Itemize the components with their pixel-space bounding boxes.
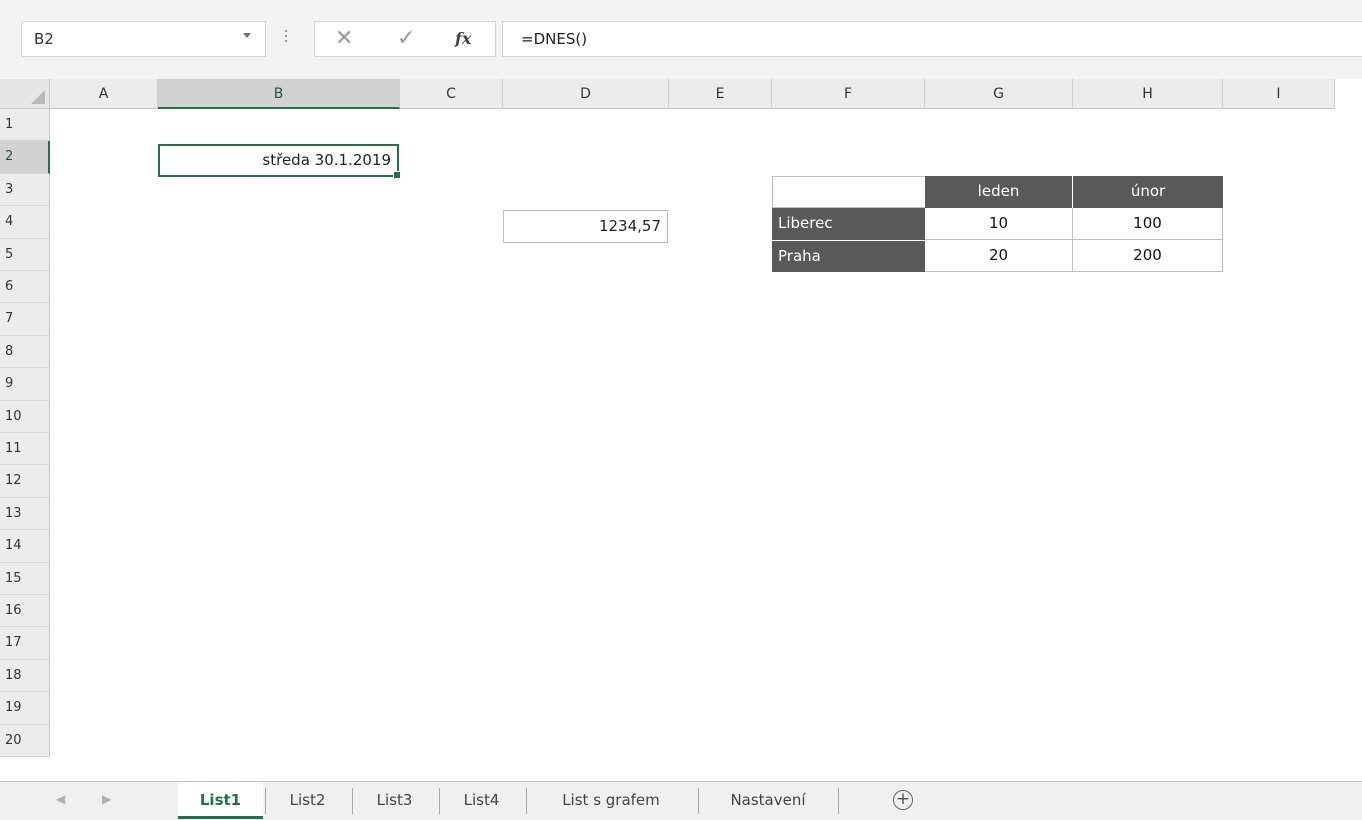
- sheet-tab-5[interactable]: List s grafem: [526, 782, 696, 819]
- row-header-13[interactable]: 13: [0, 497, 50, 531]
- row-header-1[interactable]: 1: [0, 109, 50, 142]
- row-header-18[interactable]: 18: [0, 659, 50, 693]
- table-header-2[interactable]: leden: [925, 176, 1073, 208]
- tab-separator: [526, 788, 527, 814]
- cell-d4-value: 1234,57: [598, 217, 661, 235]
- column-header-g[interactable]: G: [925, 79, 1073, 109]
- chevron-down-icon[interactable]: [243, 33, 251, 38]
- column-header-f[interactable]: F: [772, 79, 925, 109]
- column-header-e[interactable]: E: [669, 79, 772, 109]
- row-header-9[interactable]: 9: [0, 368, 50, 401]
- formula-bar-buttons: ✕ ✓ fx: [314, 21, 496, 57]
- row-header-16[interactable]: 16: [0, 595, 50, 628]
- table-cell[interactable]: 200: [1073, 240, 1223, 272]
- tab-separator: [838, 788, 839, 814]
- row-header-11[interactable]: 11: [0, 433, 50, 466]
- row-header-2[interactable]: 2: [0, 141, 50, 174]
- table-cell[interactable]: 10: [925, 208, 1073, 240]
- row-header-5[interactable]: 5: [0, 238, 50, 271]
- column-header-a[interactable]: A: [50, 79, 158, 109]
- formula-bar-splitter[interactable]: [284, 27, 288, 51]
- cell-d4[interactable]: 1234,57: [503, 210, 668, 243]
- sheet-tab-1[interactable]: List1: [178, 782, 263, 819]
- formula-value: =DNES(): [521, 30, 588, 48]
- formula-bar: B2 ✕ ✓ fx =DNES(): [0, 0, 1362, 79]
- check-icon[interactable]: ✓: [397, 26, 415, 51]
- row-header-14[interactable]: 14: [0, 530, 50, 563]
- table-cell[interactable]: 100: [1073, 208, 1223, 240]
- table-row-label[interactable]: Praha: [772, 240, 925, 272]
- sheet-tab-2[interactable]: List2: [265, 782, 350, 819]
- row-header-12[interactable]: 12: [0, 465, 50, 498]
- select-all-button[interactable]: [0, 79, 50, 109]
- row-header-7[interactable]: 7: [0, 303, 50, 336]
- worksheet-grid[interactable]: ABCDEFGHI 1 2 3 4 5 6 7 8 9 10 11 12 13 14 15 16 17 18 19 2…: [0, 79, 1362, 781]
- cell-b2-value: středa 30.1.2019: [262, 151, 391, 169]
- cell-b2[interactable]: středa 30.1.2019: [158, 144, 401, 179]
- sheet-tab-3[interactable]: List3: [352, 782, 437, 819]
- name-box[interactable]: B2: [21, 21, 266, 57]
- column-header-c[interactable]: C: [400, 79, 503, 109]
- row-header-20[interactable]: 20: [0, 724, 50, 757]
- column-header-d[interactable]: D: [503, 79, 669, 109]
- column-header-i[interactable]: I: [1223, 79, 1335, 109]
- table-header-1[interactable]: [772, 176, 925, 208]
- column-header-b[interactable]: B: [158, 79, 400, 109]
- fill-handle[interactable]: [393, 171, 401, 179]
- table-row-label[interactable]: Liberec: [772, 208, 925, 240]
- row-header-3[interactable]: 3: [0, 173, 50, 207]
- select-all-triangle-icon: [31, 90, 45, 104]
- table-header-3[interactable]: únor: [1073, 176, 1223, 208]
- tab-separator: [352, 788, 353, 814]
- tab-separator: [439, 788, 440, 814]
- row-header-10[interactable]: 10: [0, 400, 50, 433]
- tab-scroll-left-icon[interactable]: ◀: [56, 792, 65, 806]
- sheet-tab-6[interactable]: Nastavení: [698, 782, 838, 819]
- close-icon[interactable]: ✕: [335, 26, 353, 51]
- fx-icon[interactable]: fx: [455, 29, 471, 48]
- row-header-15[interactable]: 15: [0, 562, 50, 595]
- column-header-h[interactable]: H: [1073, 79, 1223, 109]
- row-header-6[interactable]: 6: [0, 271, 50, 304]
- name-box-value: B2: [34, 30, 54, 48]
- row-header-8[interactable]: 8: [0, 335, 50, 369]
- row-header-17[interactable]: 17: [0, 627, 50, 660]
- row-header-4[interactable]: 4: [0, 206, 50, 239]
- table-cell[interactable]: 20: [925, 240, 1073, 272]
- row-header-19[interactable]: 19: [0, 692, 50, 725]
- tab-scroll-right-icon[interactable]: ▶: [102, 792, 111, 806]
- add-sheet-icon[interactable]: +: [893, 790, 913, 810]
- tab-separator: [698, 788, 699, 814]
- sheet-tab-bar: ◀ ▶ List1 List2 List3 List4 List s grafem Nas…: [0, 781, 1362, 820]
- sheet-tab-4[interactable]: List4: [439, 782, 524, 819]
- formula-input[interactable]: =DNES(): [502, 21, 1362, 57]
- tab-separator: [265, 788, 266, 814]
